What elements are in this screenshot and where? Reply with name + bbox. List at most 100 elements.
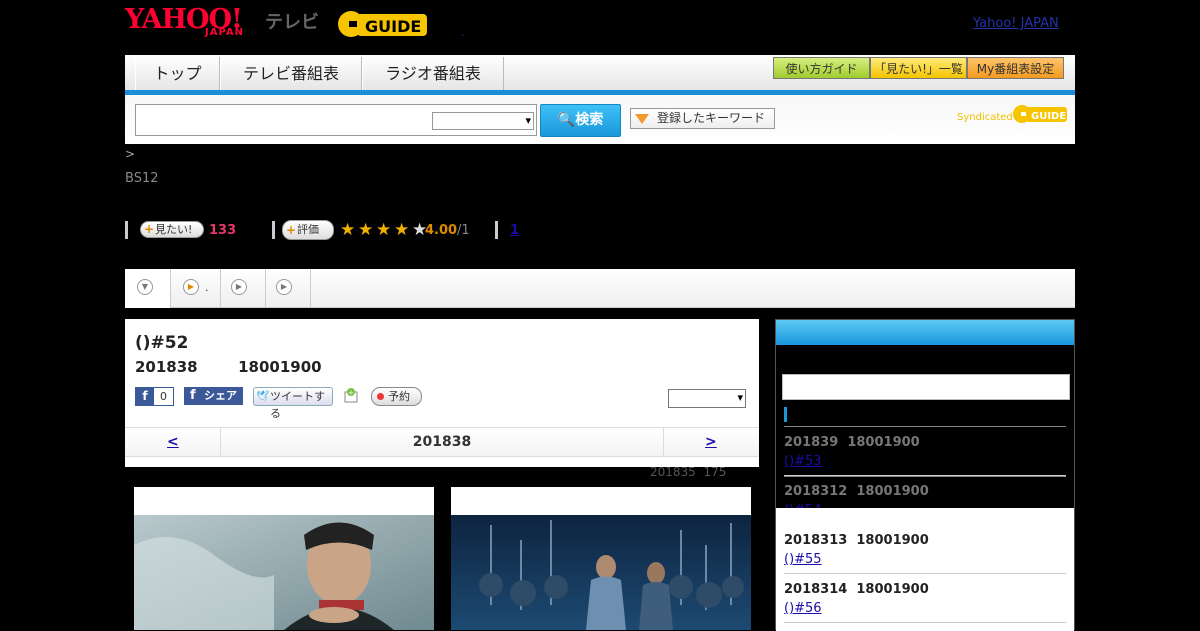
search-category-select[interactable] bbox=[432, 112, 534, 130]
tweet-button[interactable]: ツイートする bbox=[253, 387, 333, 420]
sidebar-header bbox=[776, 320, 1074, 345]
episode-sidebar: 201839 18001900 ()#53 2018312 18001900 (… bbox=[775, 319, 1075, 631]
facebook-share-button[interactable]: シェア bbox=[184, 387, 243, 405]
yahoo-japan-logo-text: JAPAN bbox=[205, 27, 244, 38]
updated-info: 201835 175 bbox=[650, 465, 726, 479]
star-icon: ★ bbox=[340, 220, 356, 240]
miitai-count: 133 bbox=[209, 223, 237, 238]
rating-count: /1 bbox=[457, 223, 470, 238]
pager-next-link[interactable]: > bbox=[705, 434, 717, 450]
facebook-like-button[interactable]: f 0 bbox=[135, 387, 174, 406]
syndicated-gguide-logo: GUIDE bbox=[1013, 105, 1067, 123]
rating-value: 4.00 bbox=[425, 223, 458, 238]
rating-button[interactable]: 評価 bbox=[282, 220, 334, 240]
episode-time: 18001900 bbox=[847, 435, 920, 450]
program-still-image bbox=[134, 515, 434, 630]
updated-date: 201835 bbox=[650, 465, 696, 479]
divider bbox=[784, 476, 1066, 477]
updated-count: 175 bbox=[703, 465, 727, 479]
star-icon: ★ bbox=[394, 220, 410, 240]
program-date: 201838 bbox=[135, 358, 198, 376]
pager-prev-link[interactable]: < bbox=[167, 434, 179, 450]
episode-item[interactable]: 2018313 18001900 ()#55 bbox=[776, 525, 1074, 574]
sidebar-section-marker bbox=[784, 407, 787, 422]
search-button[interactable]: 🔍検索 bbox=[540, 104, 621, 137]
episode-title-link[interactable]: ()#53 bbox=[784, 454, 872, 469]
nav-tab-tv-listings[interactable]: テレビ番組表 bbox=[220, 57, 362, 90]
facebook-icon: f bbox=[136, 388, 154, 405]
play-icon: ▶ bbox=[276, 279, 292, 295]
star-icon: ★ bbox=[376, 220, 392, 240]
episode-date: 2018313 bbox=[784, 533, 848, 548]
episode-item[interactable]: 2018314 18001900 ()#56 bbox=[776, 574, 1074, 623]
episode-date: 2018312 bbox=[784, 484, 848, 499]
episode-date: 201839 bbox=[784, 435, 839, 450]
sidebar-search-input[interactable] bbox=[782, 374, 1070, 400]
episode-date: 2018314 bbox=[784, 582, 848, 597]
chevron-down-icon: ▼ bbox=[137, 279, 153, 295]
program-stats: 見たい! 133 評価 ★ ★ ★ ★ ★ 4.00 /1 1 bbox=[125, 220, 725, 240]
header-separator: . bbox=[461, 26, 465, 39]
episode-time: 18001900 bbox=[856, 484, 929, 499]
detail-dropdown[interactable] bbox=[668, 389, 746, 408]
channel-name: BS12 bbox=[125, 171, 159, 186]
program-image-1[interactable] bbox=[134, 487, 434, 630]
program-time: 18001900 bbox=[238, 358, 322, 376]
syndicated-label: Syndicated bbox=[957, 112, 1013, 123]
program-image-2[interactable] bbox=[451, 487, 751, 630]
program-datetime: 201838 18001900 bbox=[135, 358, 322, 376]
registered-keyword-button[interactable]: 登録したキーワード bbox=[630, 108, 775, 129]
date-pager: < 201838 > bbox=[125, 427, 759, 457]
nav-tab-top[interactable]: トップ bbox=[135, 57, 220, 90]
program-tabs: ▼ ▶ . ▶ ▶ bbox=[125, 269, 1075, 308]
nav-tab-radio-listings[interactable]: ラジオ番組表 bbox=[362, 57, 504, 90]
tv-logo-text: テレビ bbox=[265, 12, 319, 33]
divider bbox=[495, 221, 498, 239]
search-button-label: 検索 bbox=[575, 112, 604, 128]
episode-title-link[interactable]: ()#55 bbox=[784, 552, 872, 567]
tab-overview[interactable]: ▼ bbox=[125, 269, 170, 308]
episode-datetime: 201839 18001900 bbox=[784, 435, 920, 450]
episode-datetime: 2018312 18001900 bbox=[784, 484, 929, 499]
episode-title-link[interactable]: ()#56 bbox=[784, 601, 872, 616]
yahoo-japan-link[interactable]: Yahoo! JAPAN bbox=[973, 16, 1059, 31]
play-icon: ▶ bbox=[231, 279, 247, 295]
miitai-list-button[interactable]: 「見たい!」一覧 bbox=[870, 57, 967, 79]
gguide-logo[interactable]: GUIDE bbox=[335, 8, 430, 40]
my-listing-settings-button[interactable]: My番組表設定 bbox=[967, 57, 1064, 79]
program-still-image bbox=[451, 515, 751, 630]
episode-time: 18001900 bbox=[856, 533, 929, 548]
divider bbox=[272, 221, 275, 239]
facebook-like-count: 0 bbox=[160, 390, 167, 403]
episode-datetime: 2018314 18001900 bbox=[784, 582, 929, 597]
reservation-button[interactable]: 予約 bbox=[371, 387, 422, 406]
site-header: YAHOO! JAPAN テレビ GUIDE . Yahoo! JAPAN bbox=[125, 0, 1075, 55]
pager-current-date: 201838 bbox=[220, 428, 664, 457]
add-watch-icon[interactable]: + bbox=[343, 387, 360, 404]
svg-text:GUIDE: GUIDE bbox=[365, 17, 421, 36]
tab-2-label: . bbox=[205, 281, 209, 294]
svg-text:GUIDE: GUIDE bbox=[1031, 111, 1066, 122]
breadcrumb[interactable]: > bbox=[125, 147, 135, 161]
tab-4[interactable]: ▶ bbox=[266, 269, 310, 308]
tab-divider bbox=[310, 269, 311, 308]
episode-item[interactable]: 201839 18001900 ()#53 bbox=[776, 427, 1074, 476]
program-title: ()#52 bbox=[135, 333, 189, 353]
usage-guide-button[interactable]: 使い方ガイド bbox=[773, 57, 870, 79]
episode-time: 18001900 bbox=[856, 582, 929, 597]
review-count-link[interactable]: 1 bbox=[510, 223, 519, 238]
search-icon: 🔍 bbox=[557, 112, 576, 128]
star-icon: ★ bbox=[358, 220, 374, 240]
svg-text:+: + bbox=[348, 389, 354, 397]
episode-datetime: 2018313 18001900 bbox=[784, 533, 929, 548]
search-bar: 🔍検索 登録したキーワード Syndicated GUIDE bbox=[125, 95, 1075, 144]
tab-2[interactable]: ▶ . bbox=[171, 269, 220, 308]
play-icon: ▶ bbox=[183, 279, 199, 295]
divider bbox=[125, 221, 128, 239]
main-nav: トップ テレビ番組表 ラジオ番組表 使い方ガイド 「見たい!」一覧 My番組表設… bbox=[125, 55, 1075, 95]
page: YAHOO! JAPAN テレビ GUIDE . Yahoo! JAPAN トッ… bbox=[125, 0, 1075, 631]
tab-3[interactable]: ▶ bbox=[221, 269, 265, 308]
divider bbox=[784, 622, 1066, 623]
miitai-button[interactable]: 見たい! bbox=[140, 221, 204, 238]
program-detail: ()#52 201838 18001900 f 0 シェア ツイートする + 予… bbox=[125, 319, 759, 467]
